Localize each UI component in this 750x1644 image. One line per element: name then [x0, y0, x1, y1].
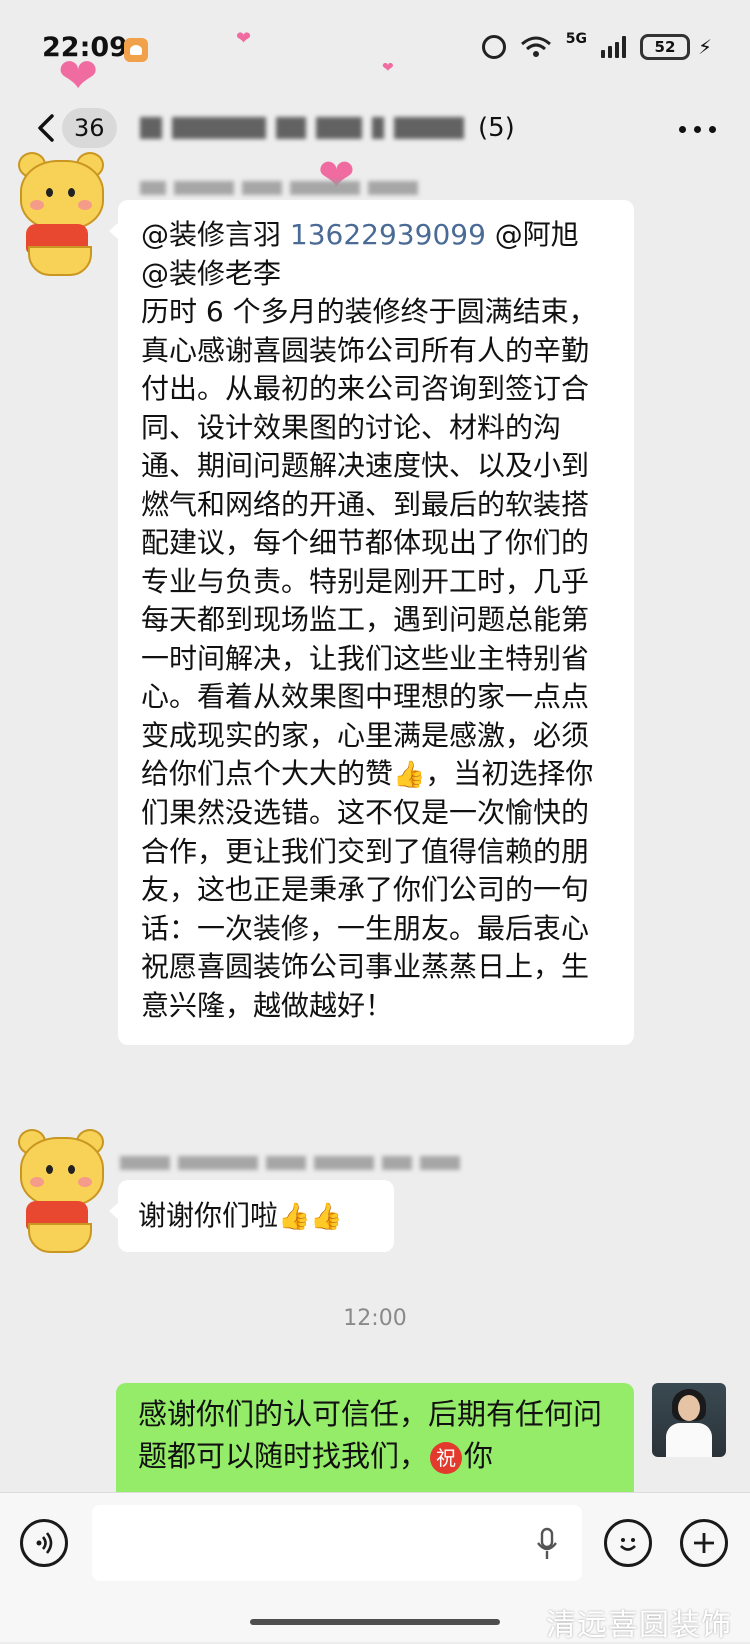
outgoing-message-bubble[interactable]: 感谢你们的认可信任，后期有任何问题都可以随时找我们，祝你 [116, 1383, 634, 1503]
sender-name-redacted [120, 1153, 468, 1173]
sender-name-redacted [140, 178, 426, 198]
redacted-title-segment [394, 117, 464, 139]
battery-level: 52 [654, 38, 676, 56]
mention-line: @装修言羽 13622939099 @阿旭 [141, 216, 614, 255]
message-text: 历时 6 个多月的装修终于圆满结束，真心感谢喜圆装饰公司所有人的辛勤付出。从最初… [141, 295, 597, 790]
thumbs-up-emoji-icon: 👍 [393, 759, 426, 790]
phone-link[interactable]: 13622939099 [290, 218, 486, 251]
message-text: ，当初选择你们果然没选错。这不仅是一次愉快的合作，更让我们交到了值得信赖的朋友，… [141, 757, 594, 1022]
avatar[interactable] [12, 150, 108, 276]
mic-icon[interactable] [536, 1527, 558, 1561]
group-member-count: (5) [478, 113, 515, 143]
message-input[interactable] [92, 1505, 582, 1581]
signal-icon [600, 36, 626, 58]
redacted-title-segment [316, 117, 362, 139]
message-text: 感谢你们的认可信任，后期有任何问题都可以随时找我们， [138, 1397, 603, 1473]
redacted-title-segment [140, 117, 162, 139]
message-timestamp: 12:00 [343, 1306, 407, 1331]
thumbs-up-emoji-icon: 👍👍 [278, 1201, 343, 1232]
mention[interactable]: @阿旭 [495, 218, 579, 251]
battery-icon: 52 [639, 34, 690, 60]
message-bubble[interactable]: @装修言羽 13622939099 @阿旭 @装修老李 历时 6 个多月的装修终… [109, 200, 634, 1046]
mention[interactable]: @装修老李 [141, 255, 614, 294]
mention[interactable]: @装修言羽 [141, 218, 281, 251]
message-text: 你 [464, 1439, 494, 1473]
message-bubble[interactable]: 谢谢你们啦👍👍 [109, 1180, 394, 1252]
emoji-icon[interactable] [604, 1519, 652, 1567]
chat-title[interactable]: (5) [140, 108, 515, 148]
charging-icon: ⚡ [697, 35, 712, 59]
alarm-icon [481, 35, 506, 59]
voice-icon[interactable] [20, 1519, 68, 1567]
status-indicators: 5G 52 ⚡ [481, 31, 712, 60]
message-text: 谢谢你们啦 [138, 1199, 279, 1232]
watermark: 清远喜圆装饰 [546, 1608, 732, 1643]
avatar[interactable] [12, 1127, 108, 1253]
app-notification-icon [124, 38, 148, 62]
my-avatar[interactable] [652, 1383, 726, 1457]
wifi-icon [520, 36, 552, 58]
more-icon[interactable] [679, 126, 716, 133]
bless-emoji-icon: 祝 [430, 1442, 463, 1474]
heart-sticker-icon: ❤ [236, 28, 252, 49]
redacted-title-segment [172, 117, 266, 139]
unread-count-badge[interactable]: 36 [62, 108, 117, 148]
redacted-title-segment [372, 117, 384, 139]
plus-icon[interactable] [680, 1519, 728, 1567]
home-indicator[interactable] [250, 1619, 500, 1625]
chat-header: 36 (5) [0, 100, 750, 164]
network-type-label: 5G [565, 31, 587, 47]
heart-sticker-icon: ❤ [58, 48, 99, 104]
status-bar: 22:09 5G 52 ⚡ [0, 0, 750, 100]
redacted-title-segment [276, 117, 306, 139]
heart-sticker-icon: ❤ [382, 60, 394, 76]
